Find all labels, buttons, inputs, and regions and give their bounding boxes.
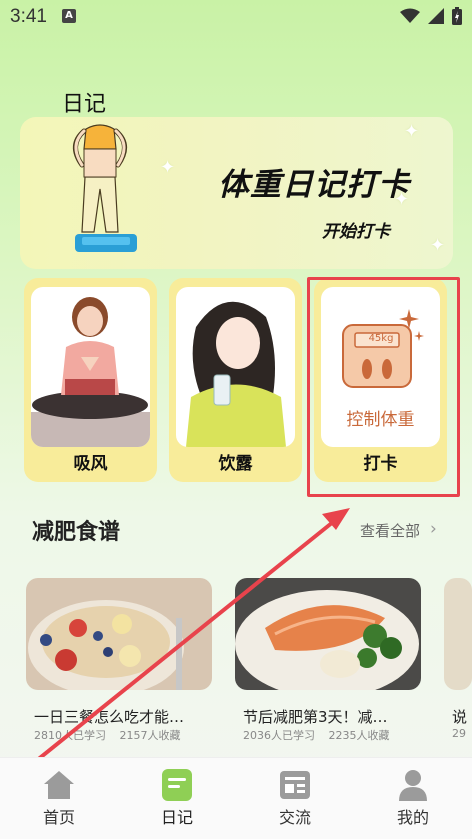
diary-icon <box>162 769 192 801</box>
recipe-image <box>444 578 472 690</box>
nav-home[interactable]: 首页 <box>0 758 118 839</box>
news-icon <box>280 771 310 799</box>
recipe-learners: 29 <box>452 727 466 740</box>
meditation-woman-illustration <box>31 287 150 447</box>
start-checkin-link[interactable]: 开始打卡 <box>322 217 390 242</box>
card-label: 饮露 <box>218 454 253 474</box>
highlight-box <box>307 277 460 497</box>
page-title: 日记 <box>62 91 107 116</box>
oatmeal-bowl-image <box>26 578 212 690</box>
bottom-nav: 首页 日记 交流 我的 <box>0 757 472 839</box>
nav-community[interactable]: 交流 <box>236 758 354 839</box>
card-xifeng[interactable]: 吸风 <box>24 278 157 482</box>
banner-woman-on-scale-illustration <box>73 124 137 252</box>
recipe-meta: 2036人已学习 2235人收藏 <box>243 727 400 743</box>
chevron-right-icon[interactable]: › <box>430 519 437 539</box>
recipe-title: 说 <box>452 708 468 726</box>
weight-diary-banner[interactable]: ✦ ✦ ✦ ✦ 体重日记打卡 开始打卡 <box>20 117 453 269</box>
card-yinlu[interactable]: 饮露 <box>169 278 302 482</box>
profile-icon <box>399 770 427 801</box>
recipe-learners: 2810人已学习 <box>34 729 106 742</box>
wifi-icon <box>400 8 420 23</box>
status-icons <box>400 7 462 25</box>
recipe-learners: 2036人已学习 <box>243 729 315 742</box>
nav-label: 首页 <box>42 808 75 827</box>
notification-a-icon: A <box>62 9 76 23</box>
sparkle-icon: ✦ <box>160 157 176 178</box>
salmon-plate-image <box>235 578 421 690</box>
recipe-card[interactable]: 节后减肥第3天！减… 2036人已学习 2235人收藏 <box>235 578 421 744</box>
recipes-section-title: 减肥食谱 <box>32 520 121 545</box>
recipe-title: 节后减肥第3天！减… <box>243 708 388 726</box>
home-icon <box>44 771 74 799</box>
banner-title: 体重日记打卡 <box>218 167 410 203</box>
recipe-meta: 2810人已学习 2157人收藏 <box>34 727 191 743</box>
signal-icon <box>428 8 444 24</box>
recipe-card[interactable]: 说 29 <box>444 578 472 744</box>
recipe-meta: 29 <box>452 727 472 740</box>
sparkle-icon: ✦ <box>430 235 446 256</box>
status-time: 3:41 <box>10 6 47 27</box>
nav-profile[interactable]: 我的 <box>354 758 472 839</box>
status-bar: 3:41 A <box>0 0 472 34</box>
recipe-favorites: 2235人收藏 <box>328 729 390 742</box>
recipe-card[interactable]: 一日三餐怎么吃才能… 2810人已学习 2157人收藏 <box>26 578 212 744</box>
view-all-link[interactable]: 查看全部 <box>360 520 420 541</box>
nav-label: 交流 <box>278 808 311 827</box>
nav-label: 我的 <box>396 808 429 827</box>
battery-icon <box>452 7 462 25</box>
girl-drinking-illustration <box>176 287 295 447</box>
recipe-favorites: 2157人收藏 <box>119 729 181 742</box>
sparkle-icon: ✦ <box>404 121 420 142</box>
recipe-title: 一日三餐怎么吃才能… <box>34 708 185 726</box>
nav-diary[interactable]: 日记 <box>118 758 236 839</box>
card-label: 吸风 <box>73 454 108 474</box>
nav-label: 日记 <box>160 808 193 827</box>
